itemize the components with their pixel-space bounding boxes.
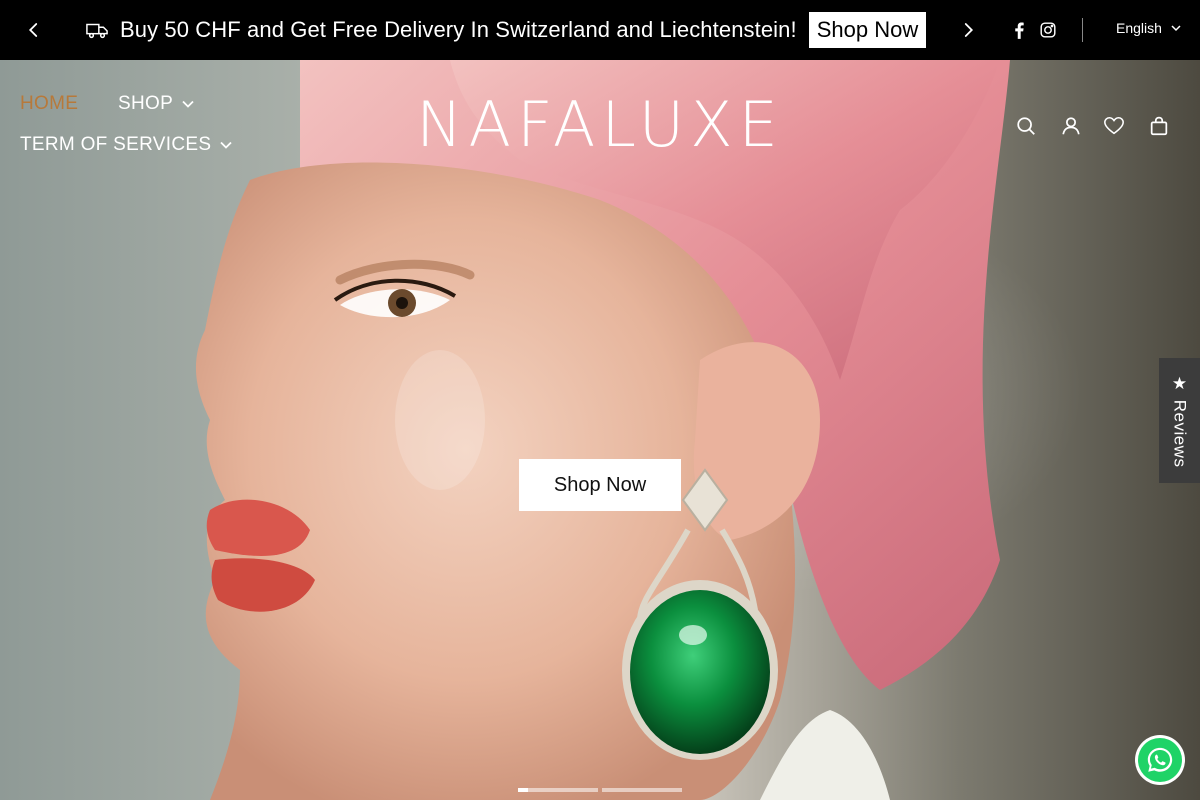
heart-icon[interactable] [1102, 114, 1126, 138]
search-icon[interactable] [1014, 114, 1038, 138]
instagram-icon[interactable] [1039, 20, 1057, 40]
divider [1082, 18, 1083, 42]
cart-icon[interactable] [1147, 114, 1171, 138]
slider-dot-1[interactable] [518, 788, 598, 792]
chevron-down-icon [182, 100, 194, 108]
account-icon[interactable] [1059, 114, 1083, 138]
nav-terms-of-services[interactable]: TERM OF SERVICES [20, 134, 233, 156]
brand-logo[interactable]: NAFALUXE [410, 88, 790, 161]
announcement-shop-now-button[interactable]: Shop Now [808, 12, 927, 48]
reviews-tab[interactable]: ★ Reviews [1159, 358, 1200, 483]
announcement-bar: Buy 50 CHF and Get Free Delivery In Swit… [0, 0, 1200, 60]
language-label: English [1116, 20, 1162, 36]
hero-banner: HOME SHOP TERM OF SERVICES NAFALUXE [0, 60, 1200, 800]
chevron-down-icon [220, 141, 232, 149]
announcement-content: Buy 50 CHF and Get Free Delivery In Swit… [86, 12, 927, 48]
nav-home[interactable]: HOME [20, 93, 78, 115]
chevron-down-icon [1171, 25, 1181, 32]
hero-shop-now-button[interactable]: Shop Now [519, 459, 681, 511]
whatsapp-button[interactable] [1135, 735, 1185, 785]
announcement-text: Buy 50 CHF and Get Free Delivery In Swit… [120, 17, 797, 42]
hero-image [195, 60, 1010, 800]
nav-terms-label: TERM OF SERVICES [20, 134, 212, 155]
nav-home-label: HOME [20, 93, 79, 114]
chevron-right-icon[interactable] [956, 18, 980, 42]
whatsapp-icon [1138, 738, 1182, 782]
facebook-icon[interactable] [1010, 20, 1028, 40]
slider-pagination [518, 788, 682, 792]
chevron-left-icon[interactable] [22, 18, 46, 42]
nav-shop[interactable]: SHOP [118, 93, 195, 115]
reviews-label: ★ Reviews [1170, 373, 1190, 468]
nav-shop-label: SHOP [118, 93, 174, 114]
slider-progress [518, 788, 528, 792]
truck-icon [86, 21, 108, 39]
language-selector[interactable]: English [1116, 20, 1182, 36]
slider-dot-2[interactable] [602, 788, 682, 792]
